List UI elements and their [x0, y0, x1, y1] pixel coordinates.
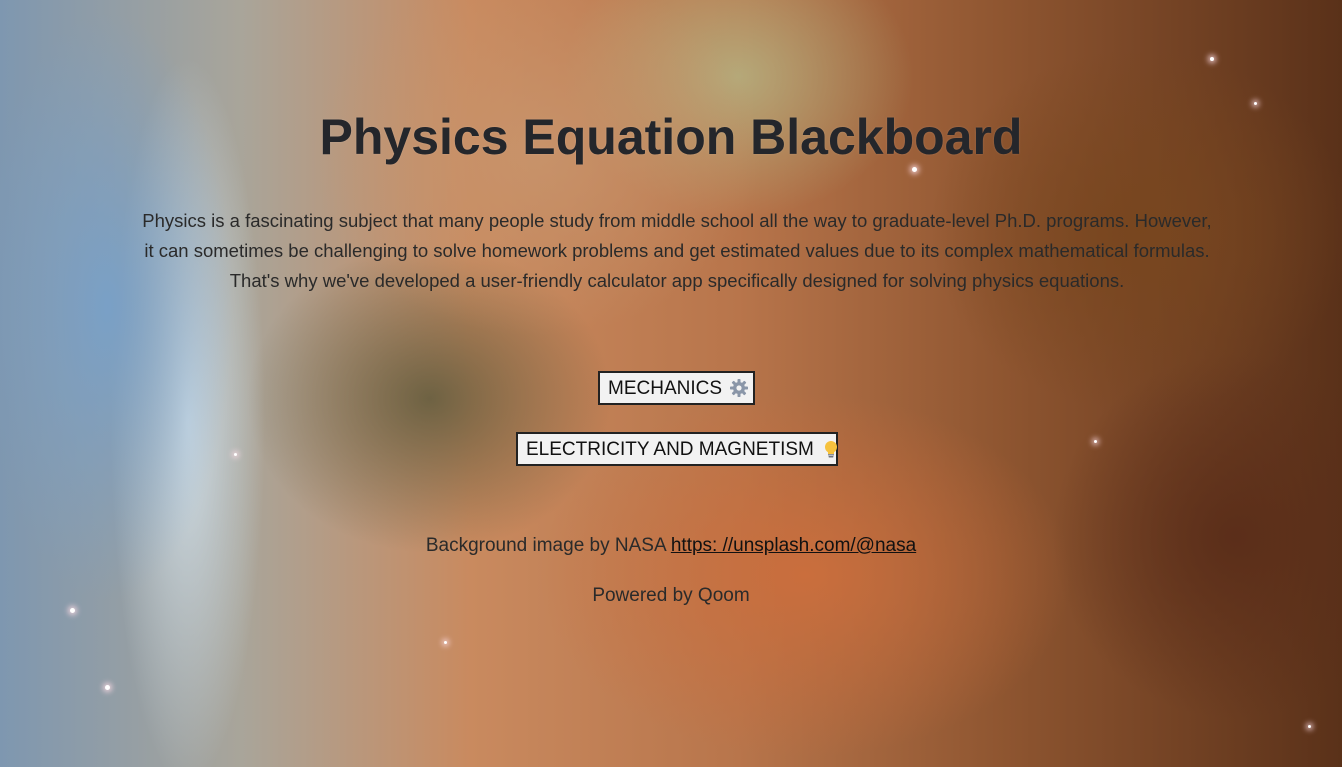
background-credit: Background image by NASA https: //unspla… [0, 535, 1342, 557]
nasa-unsplash-link[interactable]: https: //unsplash.com/@nasa [671, 535, 916, 556]
powered-by-text: Powered by Qoom [592, 585, 750, 606]
page-title: Physics Equation Blackboard [319, 109, 1023, 165]
electricity-magnetism-button-label: ELECTRICITY AND MAGNETISM [526, 439, 814, 460]
credit-text: Background image by NASA [425, 535, 671, 556]
electricity-magnetism-button[interactable]: ELECTRICITY AND MAGNETISM [516, 432, 838, 466]
lightbulb-icon [821, 438, 841, 458]
mechanics-button[interactable]: MECHANICS [598, 371, 755, 405]
intro-paragraph: Physics is a fascinating subject that ma… [142, 210, 1212, 291]
mechanics-button-label: MECHANICS [608, 378, 723, 399]
gear-icon [729, 377, 749, 397]
